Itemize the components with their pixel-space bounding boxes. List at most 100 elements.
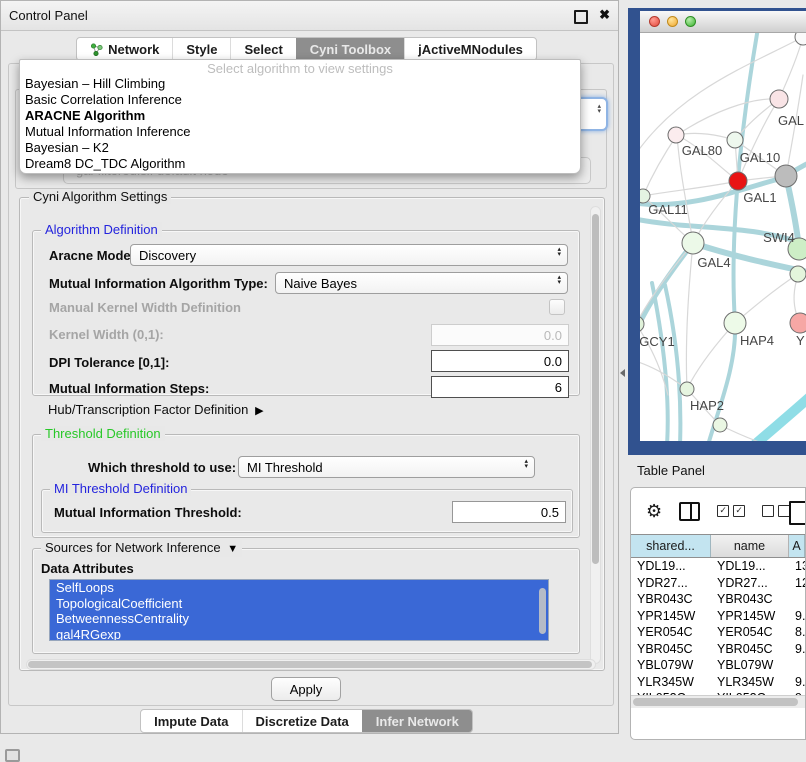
table-cell[interactable]: YBR043C xyxy=(711,591,789,608)
mi-steps-field[interactable]: 6 xyxy=(431,376,569,398)
algorithm-option-bayesian-hill-climbing[interactable]: Bayesian – Hill Climbing xyxy=(25,76,165,92)
node-label-gal: GAL xyxy=(778,113,804,128)
column-header-shared[interactable]: shared... xyxy=(631,535,711,557)
network-node-y[interactable] xyxy=(790,313,806,333)
close-traffic-light-icon[interactable] xyxy=(649,16,660,27)
split-columns-icon[interactable] xyxy=(679,502,700,521)
tab-select[interactable]: Select xyxy=(230,38,295,60)
network-node-gal1[interactable] xyxy=(729,172,747,190)
aracne-mode-combo[interactable]: Discovery ▴▾ xyxy=(130,244,568,266)
tab-infer-network[interactable]: Infer Network xyxy=(362,710,472,732)
table-cell[interactable]: 9. xyxy=(789,641,805,658)
network-node-gal11[interactable] xyxy=(640,189,650,203)
mi-algorithm-type-combo[interactable]: Naive Bayes ▴▾ xyxy=(275,272,568,294)
network-node-gal4[interactable] xyxy=(682,232,704,254)
table-cell[interactable]: YLR345W xyxy=(711,674,789,691)
mi-threshold-field[interactable]: 0.5 xyxy=(452,501,566,523)
table-cell[interactable]: YBL079W xyxy=(631,657,711,674)
data-attributes-list[interactable]: SelfLoopsTopologicalCoefficientBetweenne… xyxy=(49,579,549,641)
column-header-name[interactable]: name xyxy=(711,535,789,557)
control-panel-window: Control Panel ✖ NetworkStyleSelectCyni T… xyxy=(0,0,619,734)
table-cell[interactable] xyxy=(789,591,805,608)
table-cell[interactable]: YDL19... xyxy=(711,558,789,575)
table-cell[interactable]: YDR27... xyxy=(631,575,711,592)
network-node-gal80[interactable] xyxy=(668,127,684,143)
table-horizontal-scrollbar[interactable] xyxy=(631,695,805,708)
table-row[interactable]: YBR043CYBR043C xyxy=(631,591,805,608)
tab-impute-data[interactable]: Impute Data xyxy=(141,710,241,732)
float-window-icon[interactable] xyxy=(574,10,588,24)
table-row[interactable]: YPR145WYPR145W9. xyxy=(631,608,805,625)
gear-icon[interactable]: ⚙ xyxy=(646,502,662,520)
tab-style[interactable]: Style xyxy=(172,38,230,60)
attributes-list-scrollbar-thumb[interactable] xyxy=(539,588,546,634)
which-threshold-combo[interactable]: MI Threshold ▴▾ xyxy=(238,456,535,478)
zoom-traffic-light-icon[interactable] xyxy=(685,16,696,27)
network-edge xyxy=(677,99,779,135)
table-cell[interactable]: YBR045C xyxy=(711,641,789,658)
table-cell[interactable]: YLR345W xyxy=(631,674,711,691)
attribute-item-topologicalcoefficient[interactable]: TopologicalCoefficient xyxy=(50,596,548,612)
table-cell[interactable]: 12 xyxy=(789,575,805,592)
tab-jactivemnodules[interactable]: jActiveMNodules xyxy=(404,38,536,60)
attribute-item-selfloops[interactable]: SelfLoops xyxy=(50,580,548,596)
network-node[interactable] xyxy=(790,266,806,282)
table-horizontal-scrollbar-thumb[interactable] xyxy=(633,698,798,706)
algorithm-option-basic-correlation-inference[interactable]: Basic Correlation Inference xyxy=(25,92,182,108)
settings-horizontal-scrollbar-thumb[interactable] xyxy=(28,661,592,668)
table-cell[interactable]: YER054C xyxy=(711,624,789,641)
table-row[interactable]: YLR345WYLR345W9. xyxy=(631,674,805,691)
select-all-columns-icon[interactable]: ✓✓ xyxy=(717,505,745,517)
sources-group-title[interactable]: Sources for Network Inference ▼ xyxy=(41,540,242,557)
apply-button[interactable]: Apply xyxy=(271,677,341,701)
network-node-hap2[interactable] xyxy=(680,382,694,396)
settings-vertical-scrollbar-thumb[interactable] xyxy=(592,214,599,564)
network-node[interactable] xyxy=(775,165,797,187)
table-cell[interactable]: YBL079W xyxy=(711,657,789,674)
network-node[interactable] xyxy=(795,33,806,45)
table-row[interactable]: YER054CYER054C8. xyxy=(631,624,805,641)
document-icon[interactable] xyxy=(789,501,806,525)
table-cell[interactable]: YDL19... xyxy=(631,558,711,575)
table-cell[interactable]: YBR045C xyxy=(631,641,711,658)
table-cell[interactable]: YPR145W xyxy=(631,608,711,625)
dpi-tolerance-field[interactable]: 0.0 xyxy=(431,350,569,372)
algorithm-option-mutual-information-inference[interactable]: Mutual Information Inference xyxy=(25,124,190,140)
tab-discretize-data[interactable]: Discretize Data xyxy=(242,710,362,732)
network-node-gal[interactable] xyxy=(770,90,788,108)
network-node-gal10[interactable] xyxy=(727,132,743,148)
table-cell[interactable]: 9. xyxy=(789,608,805,625)
table-row[interactable]: YDR27...YDR27...12 xyxy=(631,575,805,592)
minimized-panel-icon[interactable] xyxy=(5,749,20,762)
algorithm-option-bayesian-k2[interactable]: Bayesian – K2 xyxy=(25,140,109,156)
close-window-icon[interactable]: ✖ xyxy=(599,7,610,23)
table-cell[interactable]: 13 xyxy=(789,558,805,575)
table-cell[interactable]: YBR043C xyxy=(631,591,711,608)
node-label-gcy1: GCY1 xyxy=(640,334,675,349)
table-cell[interactable]: YPR145W xyxy=(711,608,789,625)
network-canvas[interactable]: GALGAL80GAL10GAL1GAL11SWI4GAL4GCY1HAP4YH… xyxy=(640,33,806,441)
table-cell[interactable] xyxy=(789,657,805,674)
deselect-all-columns-icon[interactable] xyxy=(762,505,790,517)
network-node[interactable] xyxy=(713,418,727,432)
algorithm-option-dream8-dc-tdc-algorithm[interactable]: Dream8 DC_TDC Algorithm xyxy=(25,156,185,172)
table-cell[interactable]: YDR27... xyxy=(711,575,789,592)
table-cell[interactable]: 9. xyxy=(789,674,805,691)
network-node-hap4[interactable] xyxy=(724,312,746,334)
panel-divider-collapse-icon[interactable] xyxy=(620,369,625,377)
algorithm-option-aracne-algorithm[interactable]: ARACNE Algorithm xyxy=(25,108,145,124)
table-row[interactable]: YDL19...YDL19...13 xyxy=(631,558,805,575)
column-header-a[interactable]: A xyxy=(789,535,805,557)
hub-definition-expander[interactable]: Hub/Transcription Factor Definition ▶ xyxy=(48,402,264,417)
attribute-item-gal4rgexp[interactable]: gal4RGexp xyxy=(50,627,548,642)
minimize-traffic-light-icon[interactable] xyxy=(667,16,678,27)
tab-network[interactable]: Network xyxy=(77,38,172,60)
tab-cyni-toolbox[interactable]: Cyni Toolbox xyxy=(296,38,404,60)
table-row[interactable]: YBL079WYBL079W xyxy=(631,657,805,674)
settings-horizontal-scrollbar[interactable] xyxy=(26,659,596,670)
attribute-item-betweennesscentrality[interactable]: BetweennessCentrality xyxy=(50,611,548,627)
table-cell[interactable]: YER054C xyxy=(631,624,711,641)
table-row[interactable]: YBR045CYBR045C9. xyxy=(631,641,805,658)
table-cell[interactable]: 8. xyxy=(789,624,805,641)
settings-vertical-scrollbar[interactable] xyxy=(590,206,601,664)
